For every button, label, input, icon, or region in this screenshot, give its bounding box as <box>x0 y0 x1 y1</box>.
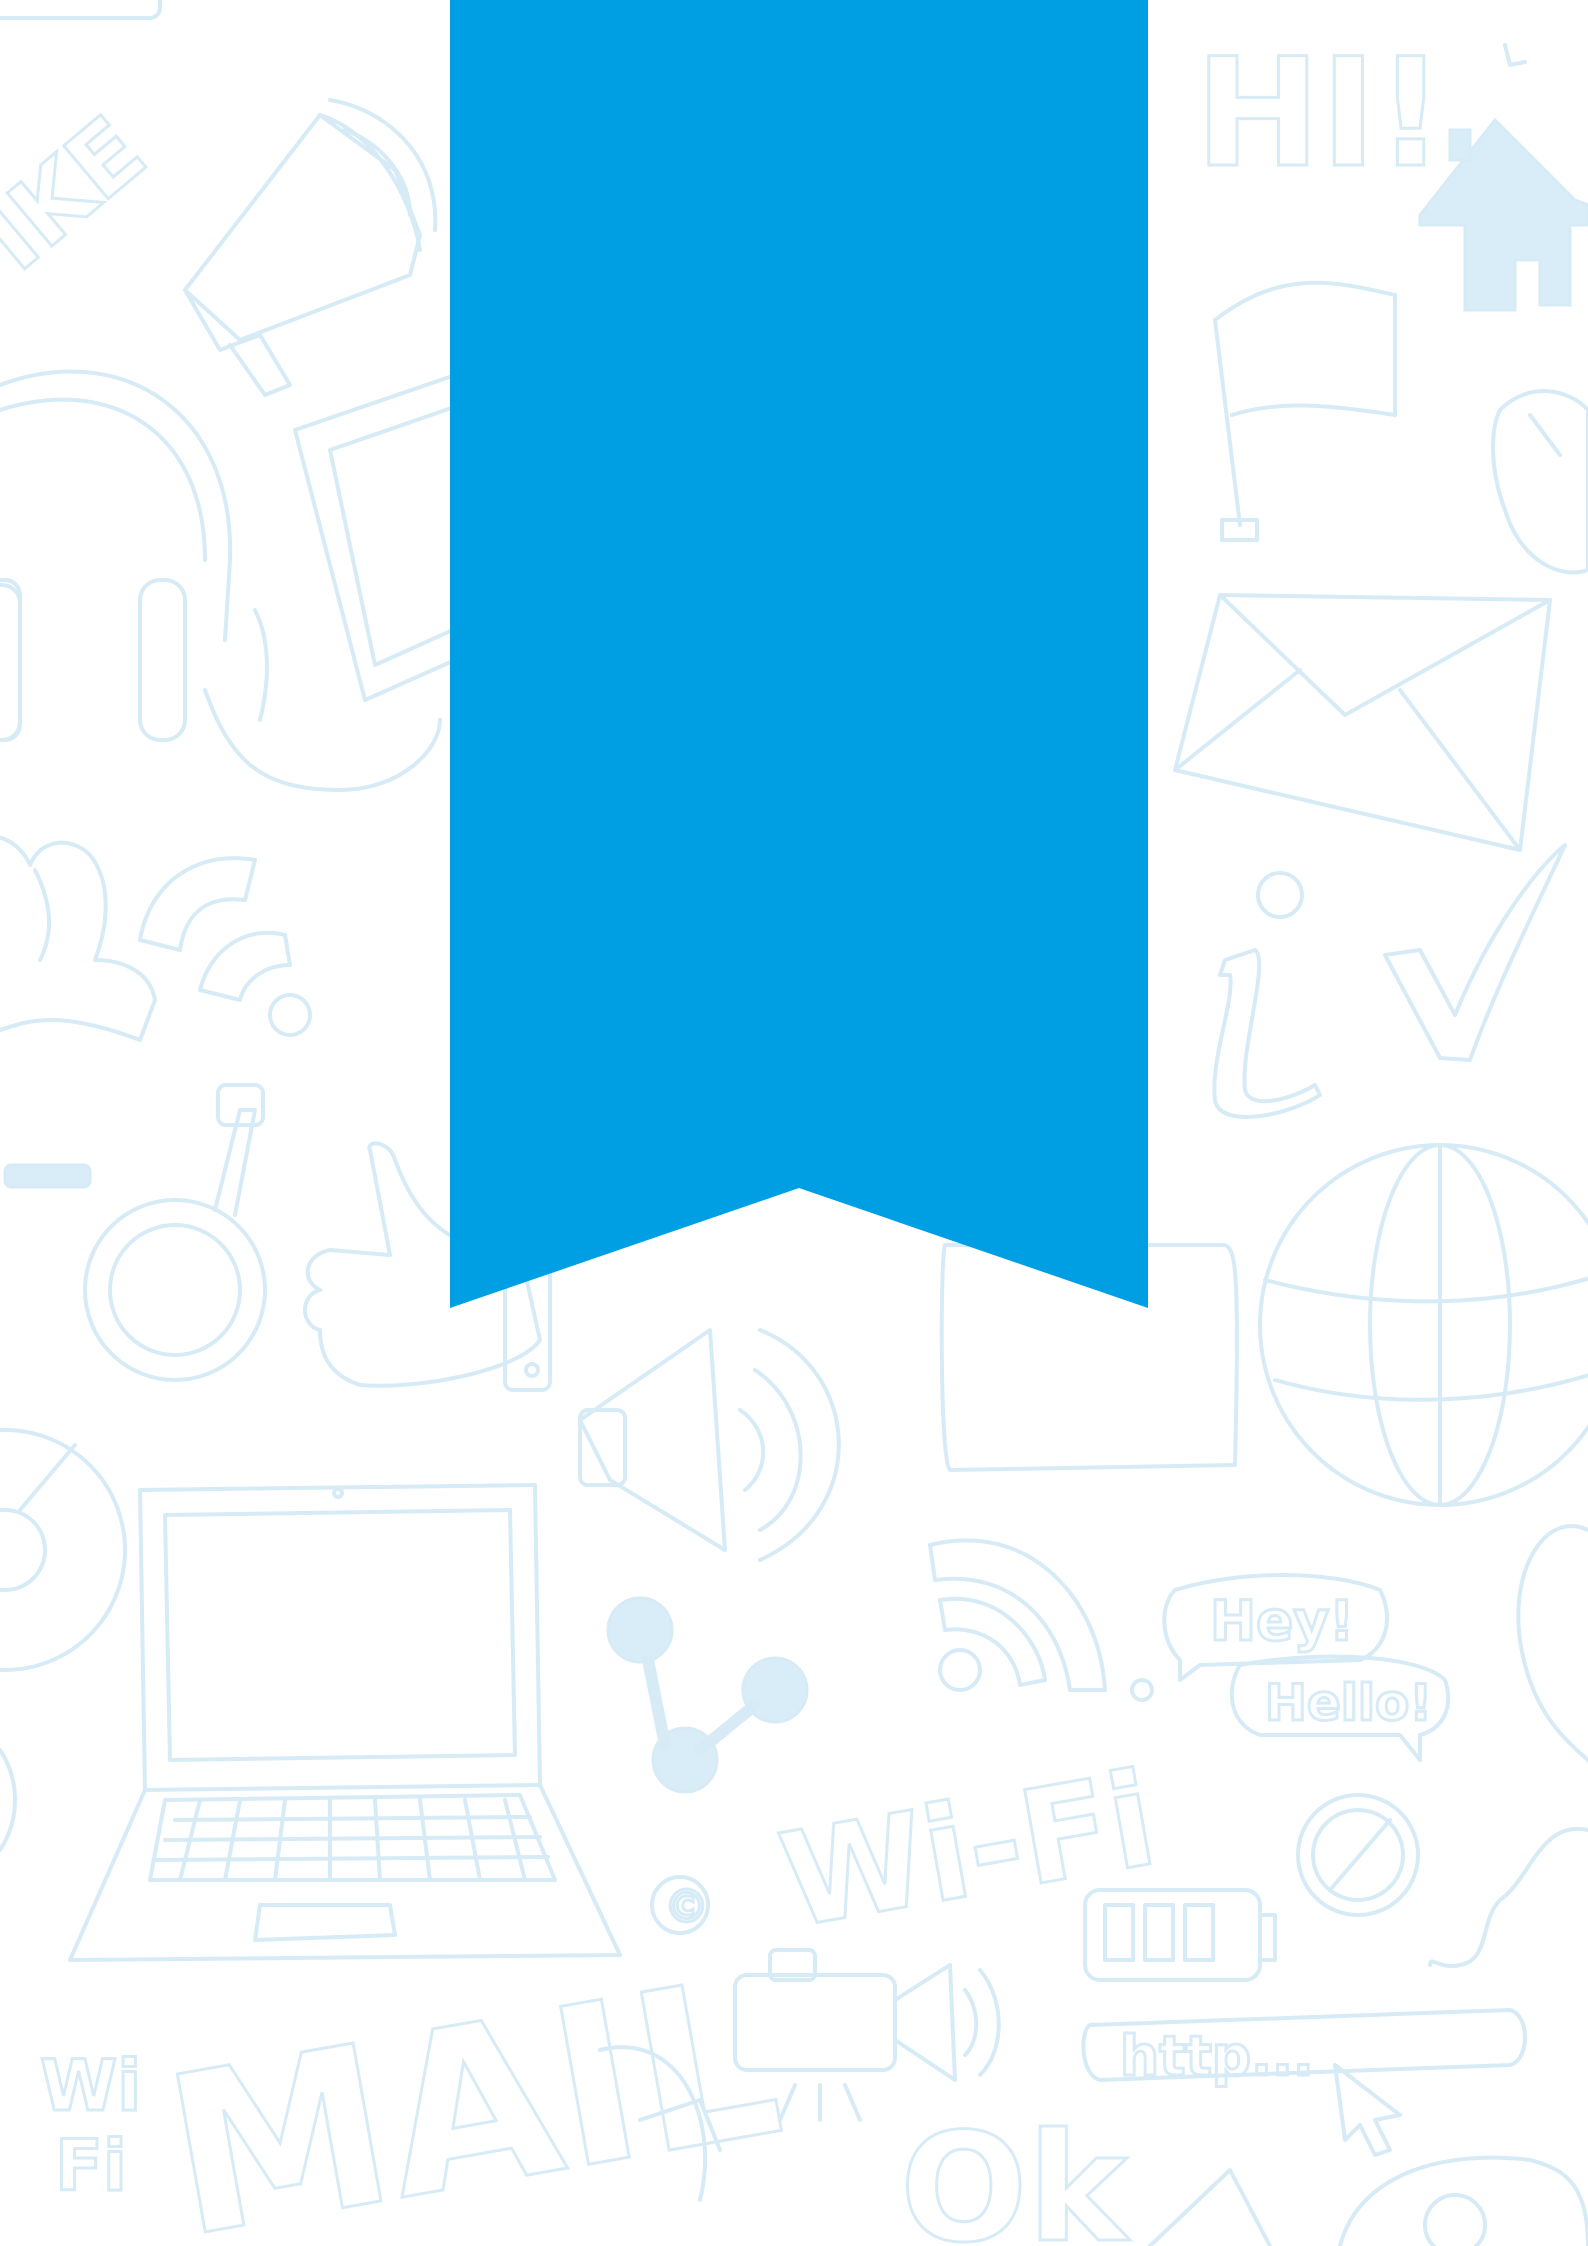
svg-text:HI!: HI! <box>1195 27 1445 201</box>
magnifier-icon <box>83 1083 267 1382</box>
top-left-bar <box>0 0 162 20</box>
panel-icon <box>939 1243 1239 1472</box>
flag-icon <box>1213 280 1397 542</box>
http-bar: http... <box>1081 2008 1527 2157</box>
speech-bubble-icon: Hey! Hello! <box>1130 1573 1451 1762</box>
user-icon <box>0 835 157 1042</box>
megaphone-icon <box>183 98 438 397</box>
envelope-icon <box>1173 593 1552 852</box>
thumbs-up-icon <box>303 1141 552 1392</box>
svg-text:http...: http... <box>1120 2024 1314 2088</box>
cd-icon <box>0 1428 127 1672</box>
copyright-doodle: © <box>650 1875 711 1935</box>
computer-mouse-icon <box>1491 389 1588 575</box>
partial-left-edge <box>0 578 22 742</box>
partial-triangle-bottom <box>1148 2168 1272 2246</box>
cursor-icon <box>1333 2063 1402 2157</box>
wifi-signal-center-icon <box>928 1538 1107 1692</box>
checkmark-icon <box>1383 843 1567 1062</box>
svg-text:Fi: Fi <box>55 2125 127 2207</box>
strip-mark <box>3 1163 92 1189</box>
wifi-signal-icon <box>138 856 312 1037</box>
tablet-icon <box>293 368 502 702</box>
svg-text:IKE: IKE <box>0 96 166 292</box>
cover-page: HI! IKE MAIL Wi Fi © Wi-Fi Hey! Hello! O… <box>0 0 1588 2246</box>
house-icon <box>1418 117 1588 312</box>
svg-text:Hello!: Hello! <box>1265 1674 1432 1732</box>
svg-text:©: © <box>664 1880 709 1933</box>
battery-icon <box>1083 1888 1277 1982</box>
cord-icon <box>1428 1826 1588 1969</box>
partial-ring-bottom <box>1423 2193 1487 2246</box>
svg-text:Ok: Ok <box>900 2102 1131 2246</box>
wifi-small-doodle: Wi Fi <box>39 2044 143 2209</box>
partial-circle-bottom <box>1338 2155 1588 2246</box>
share-icon <box>606 1596 809 1794</box>
like-doodle: IKE <box>0 95 167 294</box>
ok-doodle: Ok <box>899 2101 1133 2246</box>
speaker-icon <box>578 1328 841 1562</box>
partial-left-arc <box>0 1748 17 1852</box>
small-mark-icon <box>1503 43 1527 67</box>
doodle-background: HI! IKE MAIL Wi Fi © Wi-Fi Hey! Hello! O… <box>0 0 1588 2246</box>
svg-text:Hey!: Hey! <box>1210 1589 1354 1653</box>
laptop-icon <box>68 1483 622 1962</box>
svg-text:Wi: Wi <box>40 2045 141 2127</box>
hi-doodle: HI! <box>1194 26 1447 203</box>
info-icon <box>1212 871 1322 1119</box>
partial-shape-right <box>1516 1524 1588 1762</box>
no-sign-icon <box>1296 1793 1420 1917</box>
globe-icon <box>1258 1143 1588 1507</box>
